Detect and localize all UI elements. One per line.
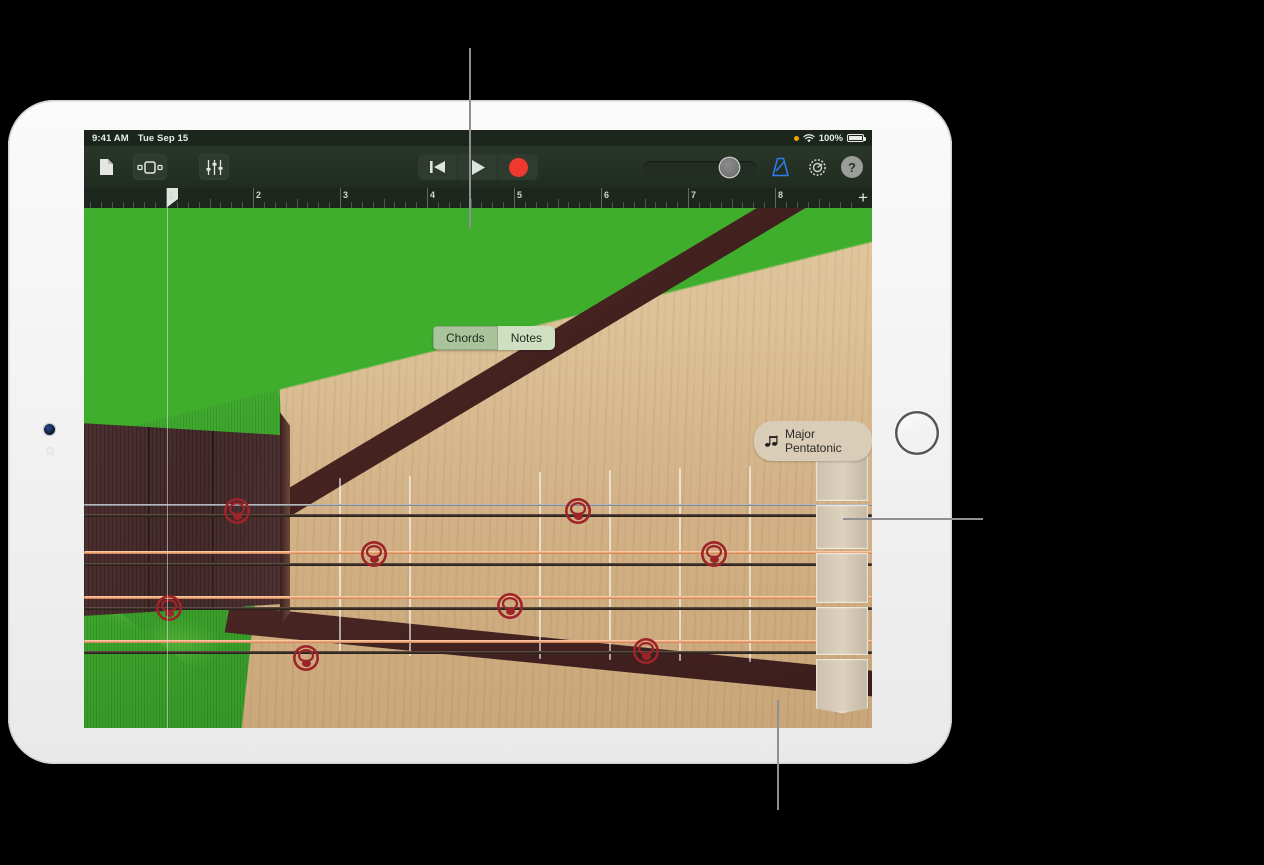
double-eighth-note-icon xyxy=(765,435,778,447)
app-toolbar: ? xyxy=(84,146,872,188)
callout-bridge xyxy=(843,518,983,520)
bridge-panel[interactable] xyxy=(816,505,868,549)
ruler-bar-mark xyxy=(253,188,254,208)
seal-marker[interactable] xyxy=(361,541,387,567)
recording-indicator-icon xyxy=(793,135,799,141)
wifi-icon xyxy=(802,133,815,142)
ruler-bar-mark xyxy=(340,188,341,208)
add-track-button[interactable]: + xyxy=(858,189,868,206)
ruler-tick xyxy=(383,199,385,208)
blossom-motif xyxy=(124,398,152,420)
ruler-bar-number: 3 xyxy=(343,190,349,200)
tuning-bridge[interactable] xyxy=(816,443,868,713)
ruler-bar-mark xyxy=(427,188,428,208)
bridge-panel[interactable] xyxy=(816,607,868,655)
ruler-bar-mark xyxy=(601,188,602,208)
ruler-tick xyxy=(644,199,646,208)
ruler-bar-number: 8 xyxy=(778,190,784,200)
bridge-panel[interactable] xyxy=(816,659,868,713)
tab-chords[interactable]: Chords xyxy=(433,326,498,350)
string[interactable] xyxy=(84,607,872,610)
status-time: 9:41 AM xyxy=(92,132,129,144)
tab-notes[interactable]: Notes xyxy=(498,326,555,350)
ruler-tick xyxy=(557,199,559,208)
ruler-bar-mark xyxy=(688,188,689,208)
home-button[interactable] xyxy=(895,411,939,455)
ipad-device: 9:41 AM Tue Sep 15 100% ? + 1 2 3 4 5 6 … xyxy=(8,100,952,764)
play-button[interactable] xyxy=(458,154,498,180)
string[interactable] xyxy=(84,640,872,644)
timeline-ruler[interactable]: + 1 2 3 4 5 6 7 8 xyxy=(84,188,872,208)
status-date: Tue Sep 15 xyxy=(137,132,189,144)
string[interactable] xyxy=(84,504,872,506)
mixer-icon[interactable] xyxy=(199,154,229,180)
nut-block xyxy=(84,423,289,616)
ruler-tick xyxy=(818,199,820,208)
mode-switch[interactable]: Chords Notes xyxy=(433,326,556,350)
seal-marker[interactable] xyxy=(156,595,182,621)
string[interactable] xyxy=(84,514,872,517)
ruler-bar-mark xyxy=(775,188,776,208)
record-button[interactable] xyxy=(498,154,538,180)
ruler-bar-number: 5 xyxy=(517,190,523,200)
ipad-screen: 9:41 AM Tue Sep 15 100% ? + 1 2 3 4 5 6 … xyxy=(84,130,872,728)
bridge-panel[interactable] xyxy=(816,553,868,603)
front-camera-icon xyxy=(44,424,55,435)
rewind-button[interactable] xyxy=(418,154,458,180)
volume-slider[interactable] xyxy=(644,157,756,177)
blossom-motif xyxy=(234,238,264,262)
transport-controls xyxy=(418,154,538,180)
string[interactable] xyxy=(84,651,872,654)
track-view-icon[interactable] xyxy=(133,154,167,180)
ruler-bar-number: 7 xyxy=(691,190,697,200)
ruler-tick xyxy=(296,199,298,208)
seal-marker[interactable] xyxy=(633,638,659,664)
blossom-motif xyxy=(179,250,205,271)
document-icon[interactable] xyxy=(93,154,119,180)
ruler-tick xyxy=(731,199,733,208)
ruler-bar-number: 1 xyxy=(169,190,175,200)
string[interactable] xyxy=(84,563,872,566)
playhead-line xyxy=(166,188,168,728)
ruler-bar-number: 2 xyxy=(256,190,262,200)
help-button[interactable]: ? xyxy=(841,156,863,178)
string[interactable] xyxy=(84,551,872,555)
seal-marker[interactable] xyxy=(497,593,523,619)
scale-badge[interactable]: Major Pentatonic xyxy=(754,421,872,461)
callout-chords-notes xyxy=(469,48,471,229)
screenshot-root: 9:41 AM Tue Sep 15 100% ? + 1 2 3 4 5 6 … xyxy=(0,0,1264,865)
volume-slider-knob[interactable] xyxy=(720,157,739,177)
callout-pill-slider xyxy=(777,700,779,810)
koto-instrument[interactable]: Chords Notes Major Pentatonic xyxy=(84,208,872,728)
nut-edge xyxy=(280,412,290,626)
gear-icon[interactable] xyxy=(804,154,830,180)
battery-icon xyxy=(847,134,866,142)
string[interactable] xyxy=(84,596,872,600)
ruler-bar-number: 6 xyxy=(604,190,610,200)
ruler-bar-mark xyxy=(514,188,515,208)
blossom-motif xyxy=(104,226,138,253)
seal-marker[interactable] xyxy=(224,498,250,524)
seal-marker[interactable] xyxy=(293,645,319,671)
seal-marker[interactable] xyxy=(565,498,591,524)
metronome-icon[interactable] xyxy=(767,154,793,180)
ruler-bar-number: 4 xyxy=(430,190,436,200)
ambient-sensor-icon xyxy=(46,448,53,454)
ruler-tick xyxy=(209,199,211,208)
scale-badge-label: Major Pentatonic xyxy=(784,427,842,455)
battery-percent: 100% xyxy=(818,132,843,144)
seal-marker[interactable] xyxy=(701,541,727,567)
status-bar: 9:41 AM Tue Sep 15 100% xyxy=(84,130,872,146)
